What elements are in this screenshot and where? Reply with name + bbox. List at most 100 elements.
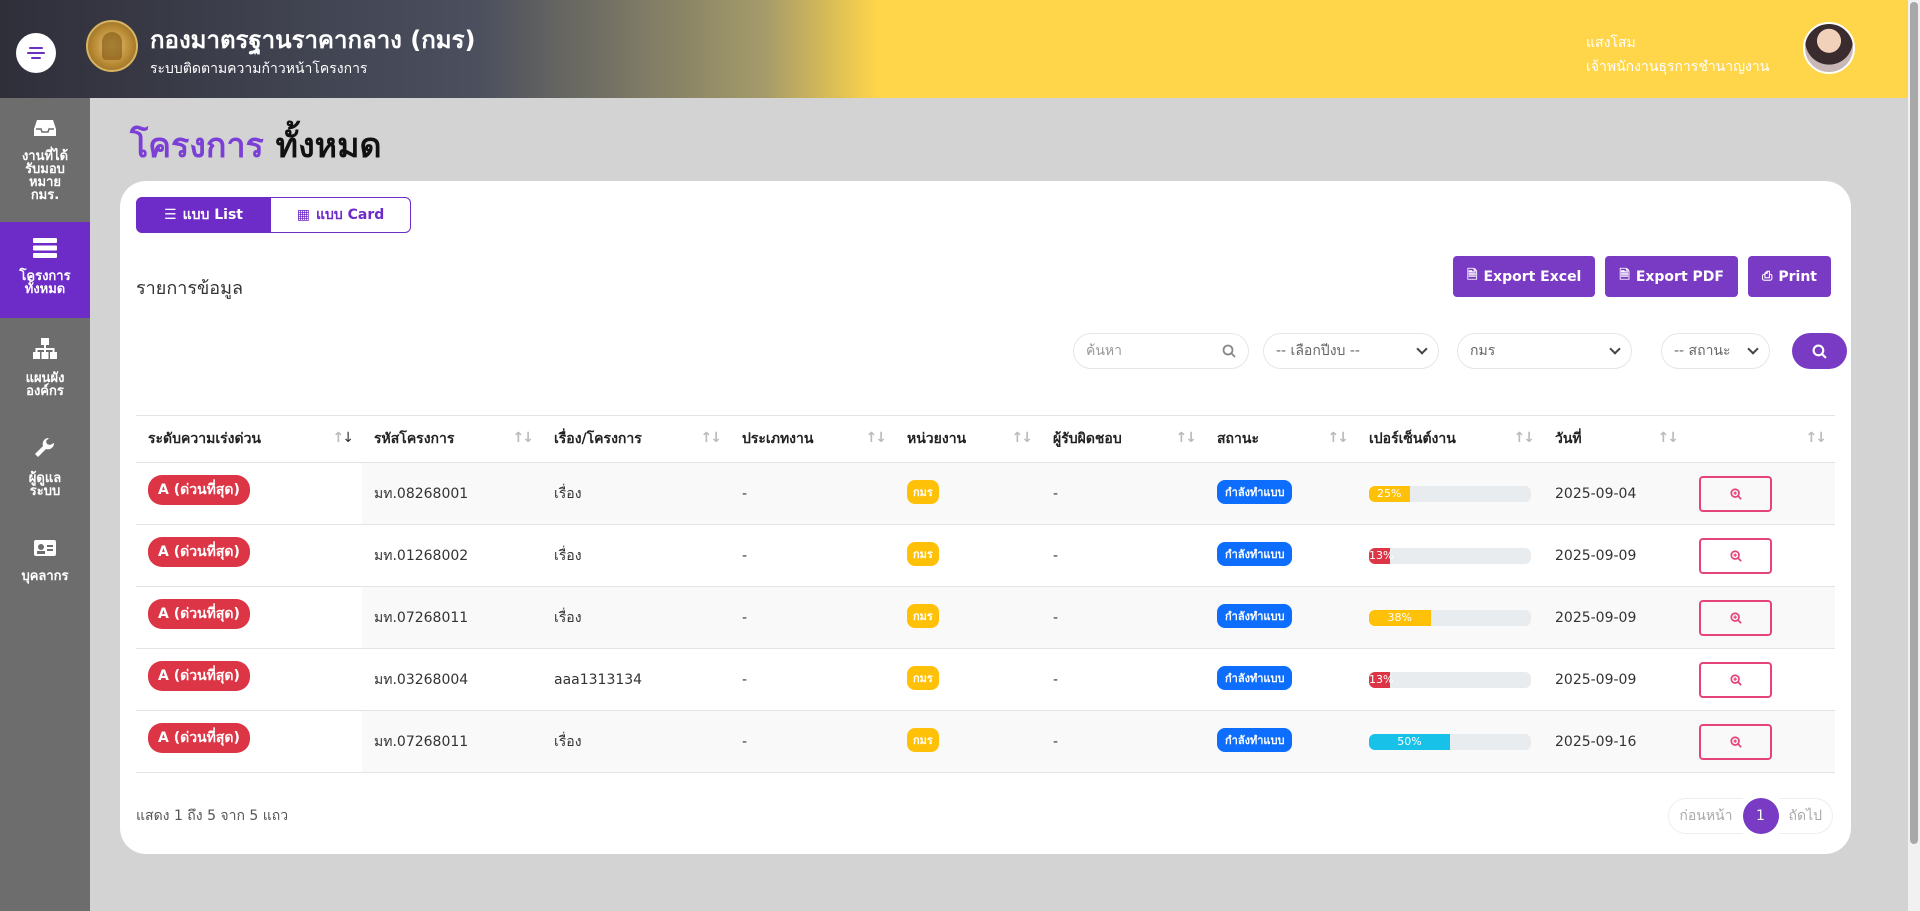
unit-select[interactable]: กมร xyxy=(1457,333,1632,369)
sort-icon: ↑↓ xyxy=(700,430,723,446)
view-list-button[interactable]: ☰ แบบ List xyxy=(136,197,271,233)
search-submit-button[interactable] xyxy=(1792,333,1847,369)
scrollbar-thumb[interactable] xyxy=(1910,2,1918,844)
col-header-subject[interactable]: เรื่อง/โครงการ ↑↓ xyxy=(542,415,730,463)
cell-unit: กมร xyxy=(895,710,1041,773)
urgency-badge: A (ด่วนที่สุด) xyxy=(148,475,250,505)
col-header-percent[interactable]: เปอร์เซ็นต์งาน ↑↓ xyxy=(1357,415,1543,463)
view-detail-button[interactable] xyxy=(1699,599,1772,636)
col-label: สถานะ xyxy=(1217,431,1259,447)
sidebar-item-all-projects[interactable]: โครงการ ทั้งหมด xyxy=(0,222,90,318)
view-detail-button[interactable] xyxy=(1699,723,1772,760)
export-pdf-label: Export PDF xyxy=(1635,268,1724,285)
cell-date: 2025-09-16 xyxy=(1543,710,1687,773)
print-label: Print xyxy=(1778,268,1817,285)
unit-badge: กมร xyxy=(907,541,939,566)
chevron-down-icon xyxy=(1747,343,1759,355)
cell-unit: กมร xyxy=(895,462,1041,525)
table-row: A (ด่วนที่สุด) มท.01268002 เรื่อง - กมร … xyxy=(136,524,1835,587)
cell-date: 2025-09-04 xyxy=(1543,462,1687,525)
cell-type: - xyxy=(730,586,895,649)
zoom-in-icon xyxy=(1729,549,1742,562)
zoom-in-icon xyxy=(1729,611,1742,624)
sort-icon: ↑↓ xyxy=(332,430,354,446)
status-badge: กำลังทำแบบ xyxy=(1217,665,1293,690)
urgency-badge: A (ด่วนที่สุด) xyxy=(148,661,250,691)
pagination-prev[interactable]: ก่อนหน้า xyxy=(1668,798,1743,834)
progress-bar: 38% xyxy=(1369,609,1531,626)
view-card-button[interactable]: ▦ แบบ Card xyxy=(271,197,411,233)
view-detail-button[interactable] xyxy=(1699,475,1772,512)
table-row: A (ด่วนที่สุด) มท.08268001 เรื่อง - กมร … xyxy=(136,462,1835,525)
sidebar-item-admin[interactable]: ผู้ดูแล ระบบ xyxy=(0,437,90,518)
table-row: A (ด่วนที่สุด) มท.03268004 aaa1313134 - … xyxy=(136,648,1835,711)
col-header-unit[interactable]: หน่วยงาน ↑↓ xyxy=(895,415,1041,463)
sidebar-item-personnel[interactable]: บุคลากร xyxy=(0,538,90,598)
cell-unit: กมร xyxy=(895,524,1041,587)
cell-urgency: A (ด่วนที่สุด) xyxy=(136,648,362,711)
status-select[interactable]: -- สถานะ xyxy=(1661,333,1770,369)
view-detail-button[interactable] xyxy=(1699,661,1772,698)
fiscal-year-select[interactable]: -- เลือกปีงบ -- xyxy=(1263,333,1439,369)
top-header: กองมาตรฐานราคากลาง (กมร) ระบบติดตามความก… xyxy=(0,0,1908,98)
sidebar-label-line: บุคลากร xyxy=(21,569,69,584)
cell-subject: เรื่อง xyxy=(542,524,730,587)
cell-type: - xyxy=(730,524,895,587)
print-button[interactable]: ⎙ Print xyxy=(1747,256,1831,297)
status-badge: กำลังทำแบบ xyxy=(1217,727,1293,752)
cell-subject: เรื่อง xyxy=(542,462,730,525)
progress-fill: 50% xyxy=(1369,733,1450,750)
list-icon: ☰ xyxy=(164,207,177,223)
pagination-next[interactable]: ถัดไป xyxy=(1778,798,1833,834)
col-header-date[interactable]: วันที่ ↑↓ xyxy=(1543,415,1687,463)
cell-percent: 38% xyxy=(1357,586,1543,649)
col-header-type[interactable]: ประเภทงาน ↑↓ xyxy=(730,415,895,463)
cell-owner: - xyxy=(1041,648,1205,711)
cell-owner: - xyxy=(1041,710,1205,773)
export-pdf-button[interactable]: 🗎 Export PDF xyxy=(1605,256,1738,297)
file-pdf-icon: 🗎 xyxy=(1619,267,1630,283)
page-scrollbar[interactable] xyxy=(1908,0,1920,911)
progress-bar: 13% xyxy=(1369,547,1531,564)
cell-percent: 25% xyxy=(1357,462,1543,525)
cell-date: 2025-09-09 xyxy=(1543,524,1687,587)
user-name: แสงโสม xyxy=(1586,35,1636,51)
col-header-code[interactable]: รหัสโครงการ ↑↓ xyxy=(362,415,542,463)
unit-badge: กมร xyxy=(907,603,939,628)
table-row: A (ด่วนที่สุด) มท.07268011 เรื่อง - กมร … xyxy=(136,586,1835,649)
col-label: ประเภทงาน xyxy=(742,431,814,447)
cell-actions xyxy=(1687,648,1835,711)
col-header-owner[interactable]: ผู้รับผิดชอบ ↑↓ xyxy=(1041,415,1205,463)
cell-unit: กมร xyxy=(895,648,1041,711)
chevron-down-icon xyxy=(1609,343,1621,355)
search-input[interactable]: ค้นหา xyxy=(1073,333,1249,369)
col-header-actions[interactable]: ↑↓ xyxy=(1687,415,1835,463)
avatar[interactable] xyxy=(1803,22,1855,74)
sidebar-item-org-chart[interactable]: แผนผัง องค์กร xyxy=(0,338,90,418)
sidebar-label-line: ทั้งหมด xyxy=(24,282,66,297)
progress-bar: 50% xyxy=(1369,733,1531,750)
zoom-in-icon xyxy=(1729,735,1742,748)
cell-code: มท.08268001 xyxy=(362,462,542,525)
col-header-status[interactable]: สถานะ ↑↓ xyxy=(1205,415,1357,463)
organization-seal-logo xyxy=(86,20,138,72)
cell-code: มท.07268011 xyxy=(362,586,542,649)
sort-icon: ↑↓ xyxy=(865,430,888,446)
menu-toggle-button[interactable] xyxy=(16,33,56,73)
unit-badge: กมร xyxy=(907,479,939,504)
sort-icon: ↑↓ xyxy=(1805,430,1828,446)
view-detail-button[interactable] xyxy=(1699,537,1772,574)
chevron-down-icon xyxy=(1416,343,1428,355)
unit-value: กมร xyxy=(1470,343,1496,359)
view-toggle: ☰ แบบ List ▦ แบบ Card xyxy=(136,197,411,233)
sidebar-item-assigned-tasks[interactable]: งานที่ได้ รับมอบ หมาย กมร. xyxy=(0,118,90,218)
col-header-urgency[interactable]: ระดับความเร่งด่วน ↑↓ xyxy=(136,415,362,463)
cell-code: มท.07268011 xyxy=(362,710,542,773)
pagination-page-1[interactable]: 1 xyxy=(1742,798,1779,834)
table-info: แสดง 1 ถึง 5 จาก 5 แถว xyxy=(136,808,289,824)
search-placeholder: ค้นหา xyxy=(1086,343,1123,359)
sort-icon: ↑↓ xyxy=(1513,430,1536,446)
cell-subject: เรื่อง xyxy=(542,586,730,649)
progress-fill: 38% xyxy=(1369,609,1431,626)
export-excel-button[interactable]: 🗎 Export Excel xyxy=(1453,256,1596,297)
